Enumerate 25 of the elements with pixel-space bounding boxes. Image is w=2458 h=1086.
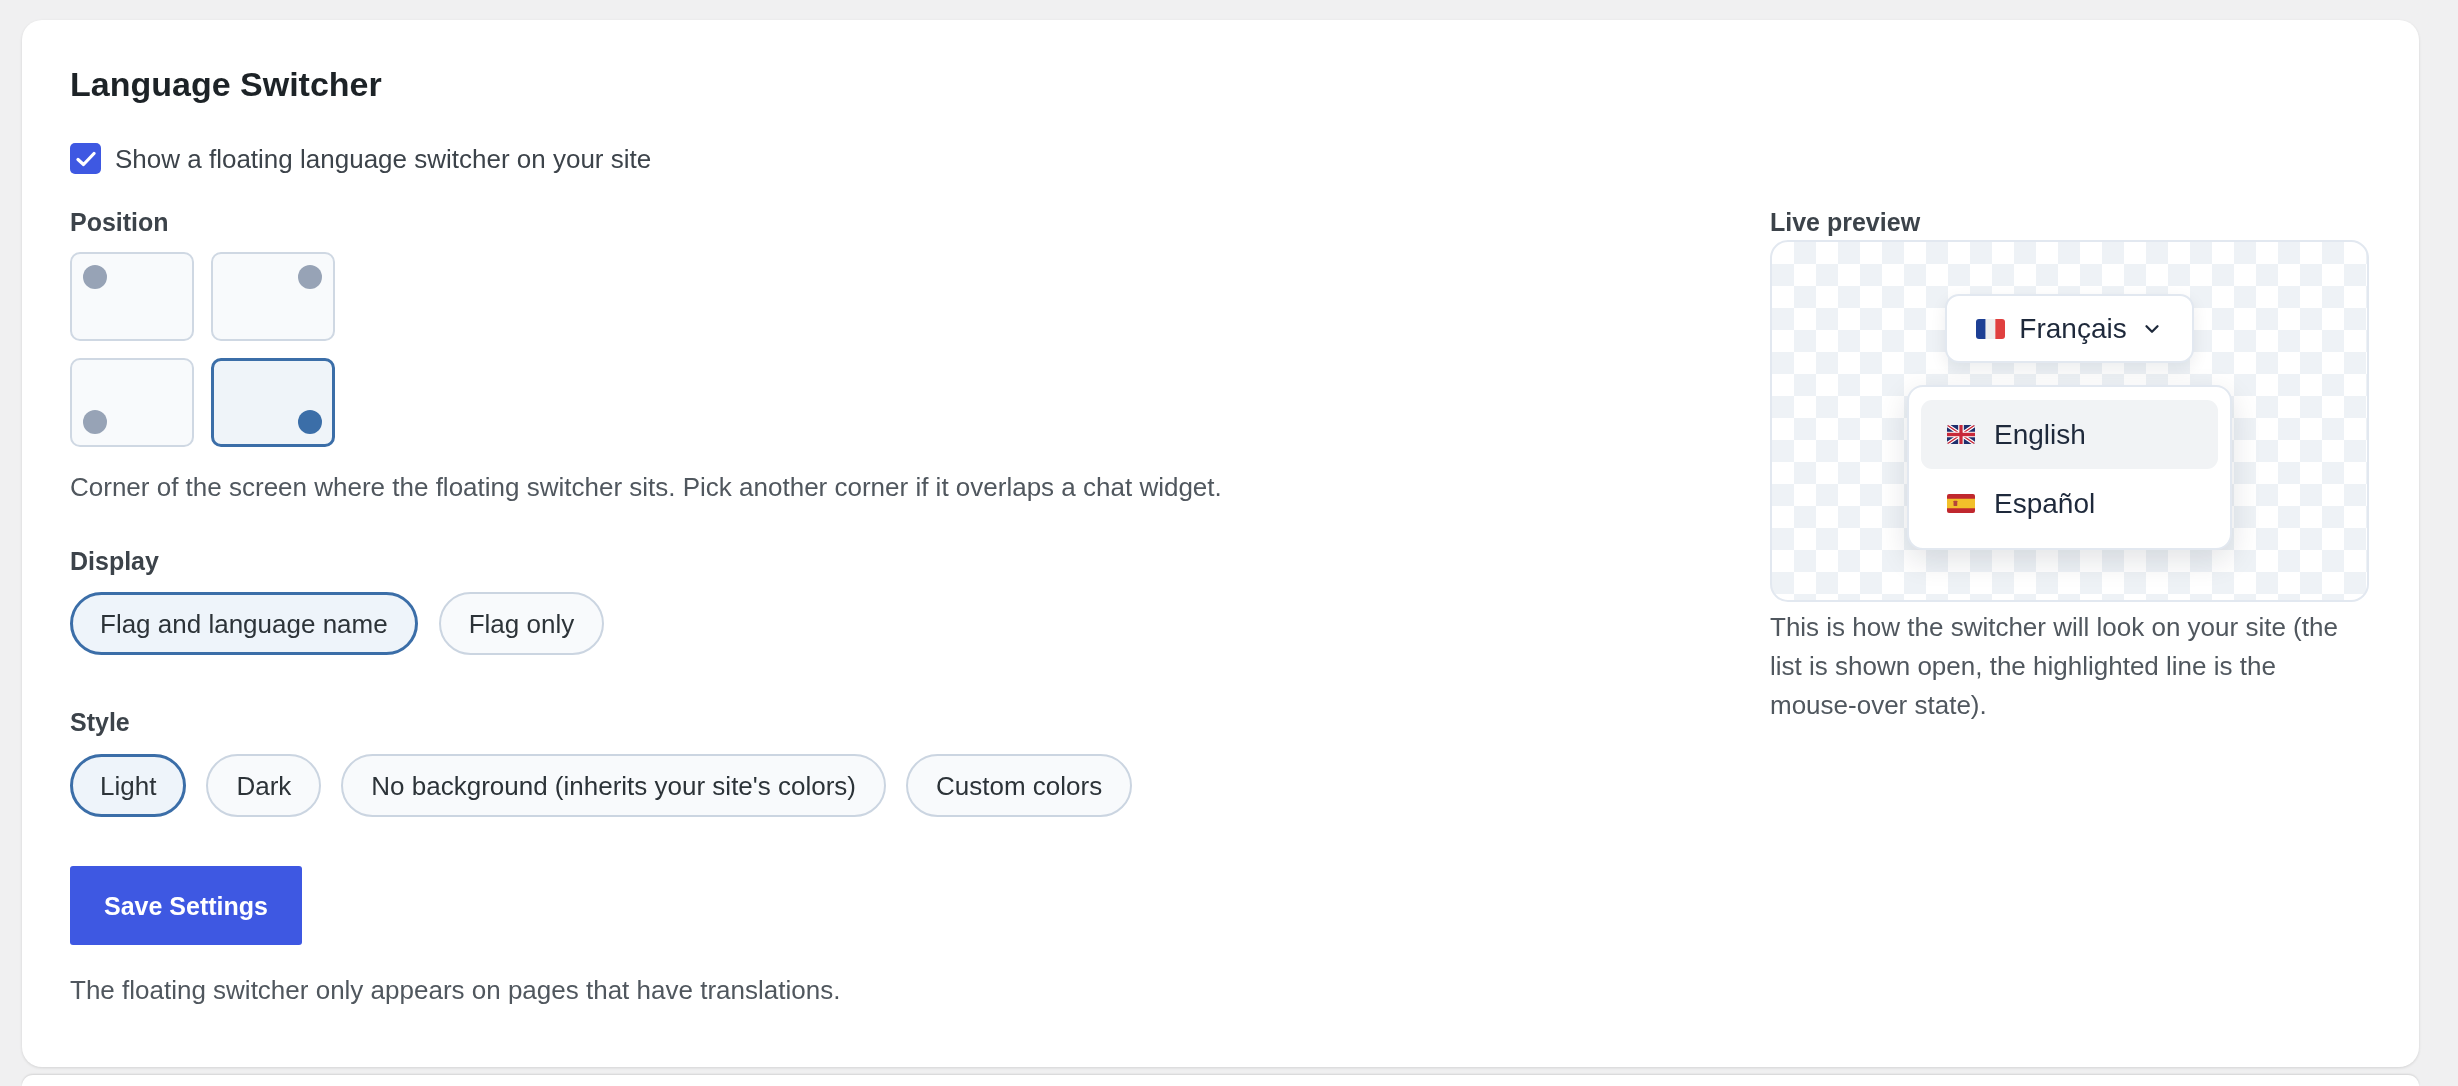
enable-checkbox[interactable] [70, 143, 101, 174]
style-label: Style [70, 707, 131, 737]
position-label: Position [70, 207, 170, 237]
position-help-text: Corner of the screen where the floating switcher sits. Pick another corner if it overlaps a chat widget. [70, 472, 1223, 502]
tricolor-flag-icon [1976, 318, 2006, 339]
style-option[interactable]: Dark [206, 754, 322, 817]
footer-note: The floating switcher only appears on pages that have translations. [70, 975, 842, 1005]
display-option[interactable]: Flag only [438, 592, 605, 655]
display-option[interactable]: Flag and language name [70, 592, 418, 655]
preview-caption: This is how the switcher will look on your site (the list is shown open, the highlighted line is the mouse-over state). [1770, 611, 2339, 722]
style-option[interactable]: Custom colors [906, 754, 1133, 817]
live-preview-label: Live preview [1770, 207, 1922, 237]
language-menu-item[interactable]: English [1921, 400, 2218, 469]
style-option[interactable]: Light [70, 754, 187, 817]
save-settings-button[interactable]: Save Settings [70, 866, 302, 945]
striped-flag-icon [1947, 494, 1975, 513]
card-title: Language Switcher [70, 64, 383, 104]
current-language: Français [2019, 312, 2127, 345]
style-option[interactable]: No background (inherits your site's colors) [341, 754, 887, 817]
position-tile[interactable] [211, 358, 335, 447]
checkbox-label: Show a floating language switcher on your site [115, 143, 652, 174]
checkmark-icon [75, 150, 96, 167]
language-dropdown-trigger[interactable]: Français [1945, 294, 2194, 363]
union-flag-icon [1947, 425, 1975, 444]
display-label: Display [70, 546, 160, 576]
